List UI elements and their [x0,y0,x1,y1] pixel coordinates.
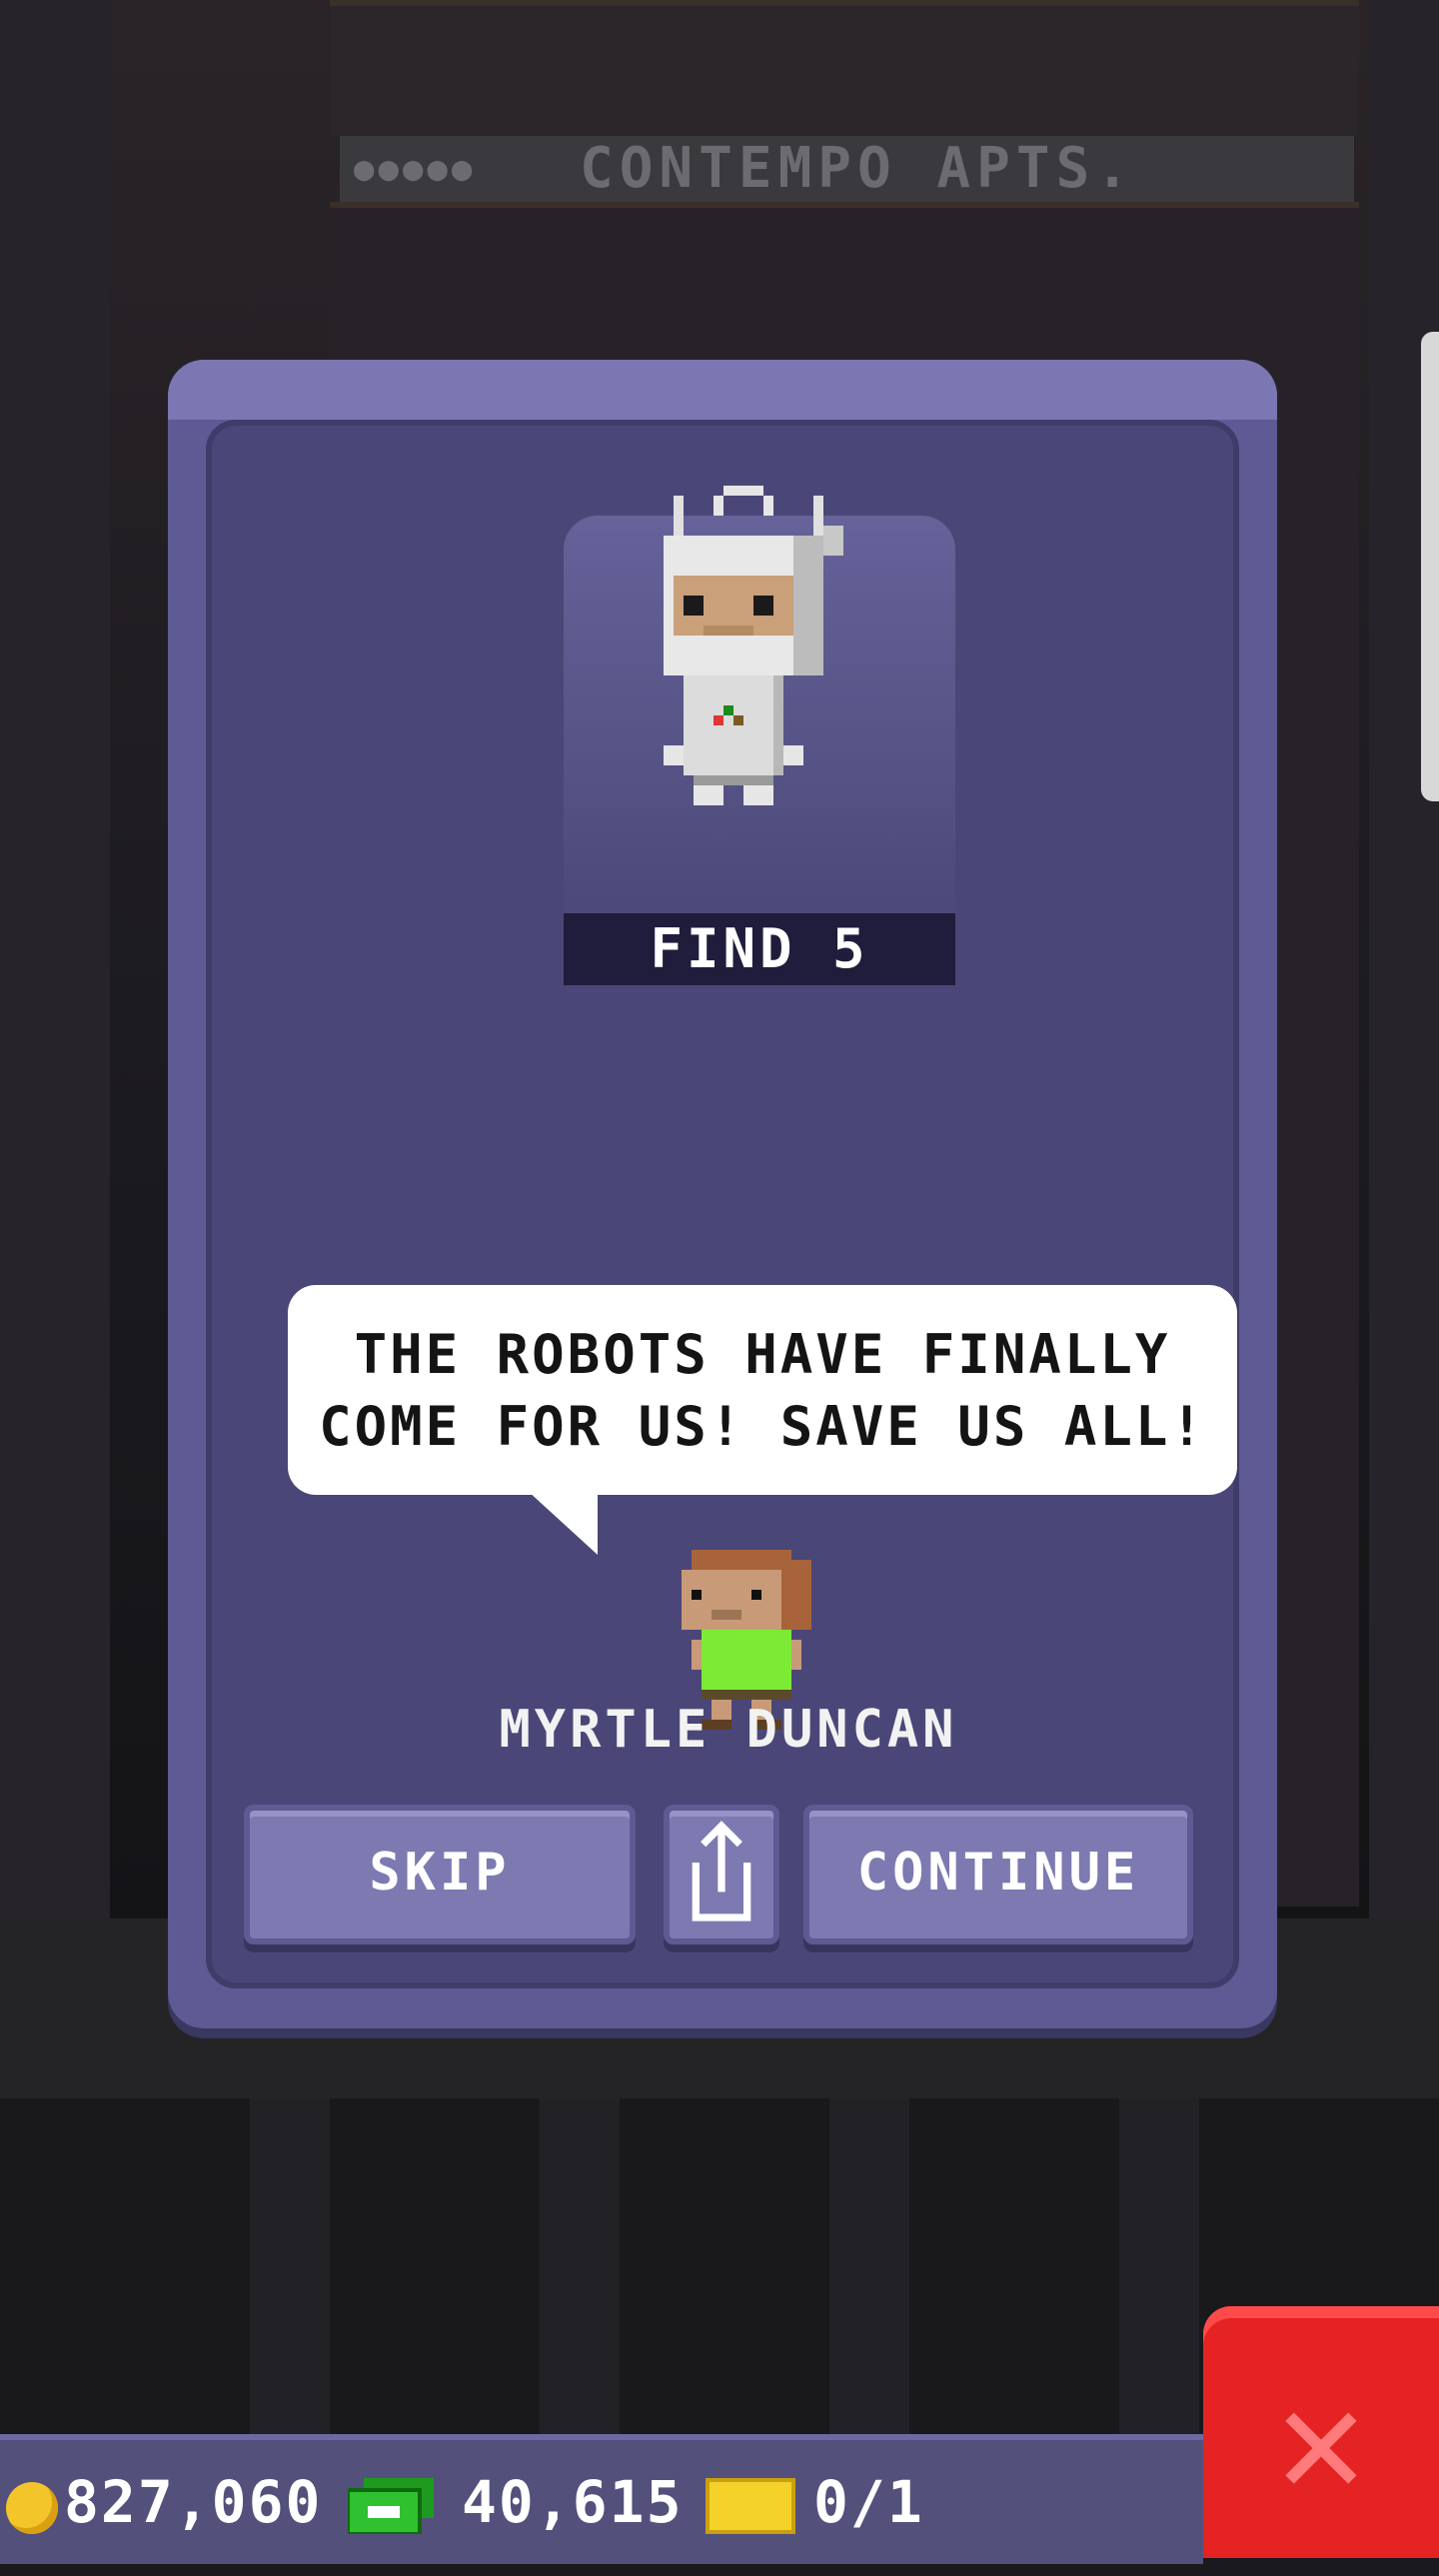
share-button[interactable] [664,1805,779,1944]
scroll-handle[interactable] [1421,332,1439,801]
coin-icon [6,2482,58,2534]
mission-dialog: FIND 5 THE ROBOTS HAVE FINALLY COME FOR … [168,360,1277,2028]
mission-goal-label: FIND 5 [564,913,955,985]
pipe [1119,2098,1199,2438]
pipe [250,2098,330,2438]
bux-count: 40,615 [462,2468,684,2536]
bux-icon [348,2478,434,2534]
robot-icon [664,486,843,805]
floor-apartment [330,0,1359,136]
pipe [540,2098,620,2438]
building-wall-right [1369,0,1439,1919]
coin-count: 827,060 [64,2468,323,2536]
continue-button[interactable]: CONTINUE [803,1805,1193,1944]
building-wall-left [0,0,110,1919]
dialog-body: FIND 5 THE ROBOTS HAVE FINALLY COME FOR … [206,420,1239,1988]
speech-text: THE ROBOTS HAVE FINALLY COME FOR US! SAV… [319,1323,1206,1458]
resource-bar: 827,060 40,615 0/1 [0,2434,1203,2564]
floor-sign-label: CONTEMPO APTS. [580,136,1136,201]
close-button[interactable]: ✕ [1203,2306,1439,2558]
share-icon [692,1821,751,1922]
character-name: MYRTLE DUNCAN [499,1700,958,1760]
ticket-count: 0/1 [813,2468,924,2536]
speech-bubble: THE ROBOTS HAVE FINALLY COME FOR US! SAV… [288,1285,1237,1555]
pipe [829,2098,909,2438]
floor-sign: ●●●●● CONTEMPO APTS. [340,136,1354,202]
dialog-header-strip [168,360,1277,420]
close-icon: ✕ [1275,2354,1367,2528]
skip-button[interactable]: SKIP [244,1805,636,1944]
mission-portrait: FIND 5 [564,486,955,985]
speech-bubble-tail [528,1491,598,1555]
ticket-icon [706,2478,795,2534]
